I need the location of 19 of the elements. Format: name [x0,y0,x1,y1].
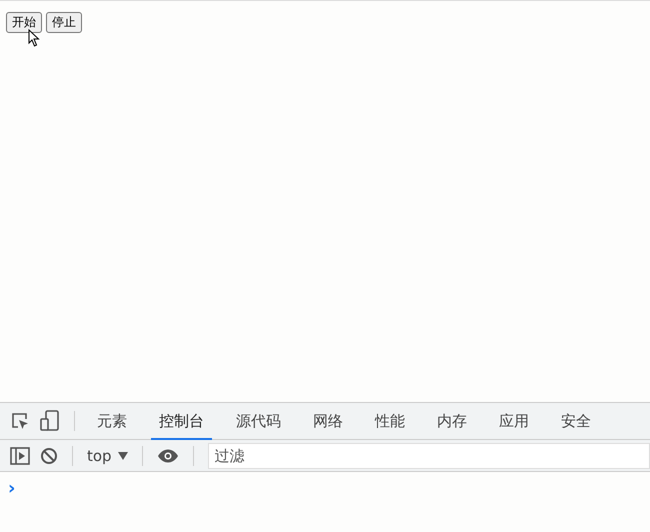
devtools-tab[interactable]: 源代码 [228,402,289,440]
devtools-tab[interactable]: 网络 [305,402,351,440]
clear-console-icon[interactable] [40,446,58,464]
page-button[interactable]: 开始 [6,12,42,33]
dropdown-arrow-icon [118,452,128,460]
page-button[interactable]: 停止 [46,12,82,33]
filter-field[interactable]: 过滤 [208,442,650,468]
console-prompt: › [8,478,16,499]
mouse-pointer-icon [28,29,40,47]
devtools-tab[interactable]: 元素 [89,402,135,440]
sidebar-toggle-icon[interactable] [10,446,30,464]
inspect-icon[interactable] [10,411,30,431]
devtools-tab[interactable]: 内存 [429,402,475,440]
context-selector[interactable]: top [87,446,128,464]
device-icon[interactable] [40,410,60,432]
devtools-tab[interactable]: 安全 [553,402,599,440]
devtools-tab[interactable]: 性能 [367,402,413,440]
eye-icon[interactable] [156,448,179,462]
devtools-tab[interactable]: 应用 [491,402,537,440]
